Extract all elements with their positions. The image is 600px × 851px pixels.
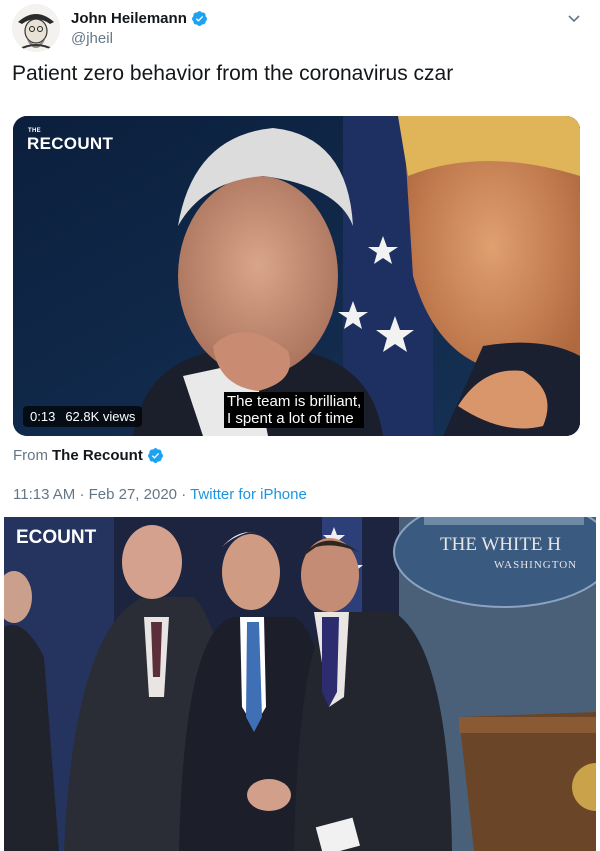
tweet-header: John Heilemann @jheil (12, 4, 588, 54)
verified-badge-icon (147, 448, 163, 463)
tweet-text: Patient zero behavior from the coronavir… (12, 62, 454, 85)
verified-badge-icon (191, 11, 207, 26)
avatar[interactable] (12, 4, 60, 52)
recount-logo: ECOUNT (16, 527, 97, 548)
author-handle[interactable]: @jheil (71, 30, 208, 47)
tweet-app-link[interactable]: Twitter for iPhone (190, 486, 307, 503)
seal-text-top: THE WHITE H (440, 534, 562, 555)
attached-photo[interactable]: ECOUNT THE WHITE H WASHINGTON (4, 517, 596, 851)
source-name[interactable]: The Recount (52, 447, 143, 464)
recount-logo: THE RECOUNT (27, 128, 114, 153)
video-caption: The team is brilliant, I spent a lot of … (224, 392, 365, 428)
video-stats: 0:13 62.8K views (23, 406, 143, 427)
source-prefix: From (13, 447, 48, 464)
tweet-date[interactable]: Feb 27, 2020 (89, 486, 177, 503)
tweet-time[interactable]: 11:13 AM (13, 486, 75, 503)
video-duration: 0:13 (30, 409, 56, 424)
tweet-meta: 11:13 AM · Feb 27, 2020 · Twitter for iP… (13, 486, 307, 503)
video-player[interactable]: THE RECOUNT The team is brilliant, I spe… (13, 116, 580, 436)
video-frame (13, 116, 580, 436)
author-name[interactable]: John Heilemann (71, 10, 187, 27)
video-views: 62.8K views (65, 409, 136, 424)
seal-text-bottom: WASHINGTON (494, 559, 578, 571)
chevron-down-icon[interactable] (566, 10, 582, 26)
video-source: From The Recount (13, 447, 164, 464)
